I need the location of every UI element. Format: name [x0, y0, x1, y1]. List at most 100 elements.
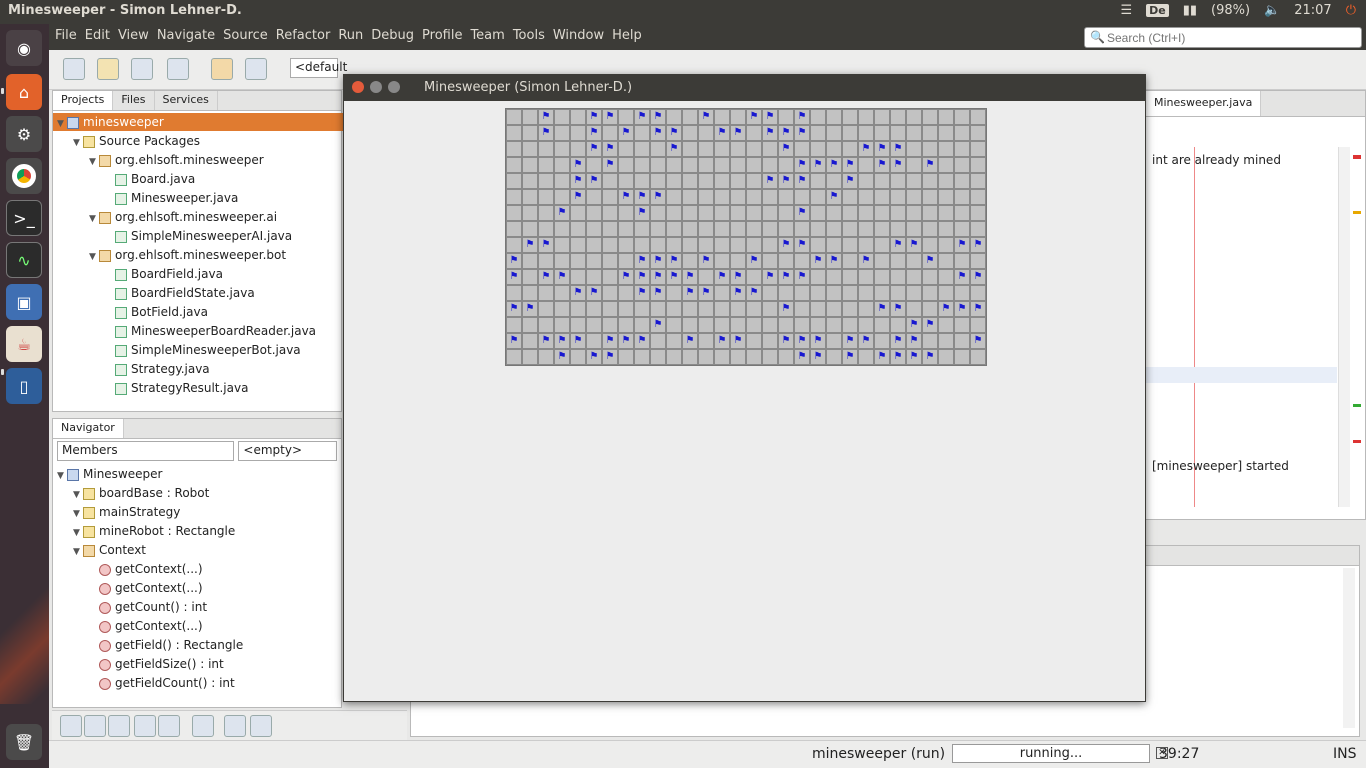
board-cell[interactable] [666, 221, 682, 237]
board-cell[interactable] [826, 237, 842, 253]
board-cell[interactable] [858, 109, 874, 125]
board-cell[interactable] [714, 253, 730, 269]
flag-icon[interactable]: ⚑ [890, 237, 906, 253]
flag-icon[interactable]: ⚑ [826, 253, 842, 269]
board-cell[interactable] [858, 237, 874, 253]
board-cell[interactable] [586, 205, 602, 221]
board-cell[interactable] [714, 157, 730, 173]
tree-row[interactable]: getField() : Rectangle [89, 636, 243, 654]
board-cell[interactable] [522, 349, 538, 365]
board-cell[interactable] [506, 349, 522, 365]
board-cell[interactable] [634, 301, 650, 317]
minimize-icon[interactable] [370, 81, 382, 93]
flag-icon[interactable]: ⚑ [714, 333, 730, 349]
board-cell[interactable] [602, 317, 618, 333]
tree-row[interactable]: ▼ mineRobot : Rectangle [73, 522, 235, 540]
flag-icon[interactable]: ⚑ [874, 141, 890, 157]
board-cell[interactable] [970, 173, 986, 189]
flag-icon[interactable]: ⚑ [650, 253, 666, 269]
board-cell[interactable] [666, 157, 682, 173]
flag-icon[interactable]: ⚑ [746, 253, 762, 269]
board-cell[interactable] [618, 221, 634, 237]
phone-icon[interactable]: ▯ [6, 368, 42, 404]
menu-item-refactor[interactable]: Refactor [276, 28, 331, 43]
board-cell[interactable] [746, 125, 762, 141]
board-cell[interactable] [506, 157, 522, 173]
board-cell[interactable] [762, 253, 778, 269]
tab-projects[interactable]: Projects [53, 91, 114, 110]
flag-icon[interactable]: ⚑ [826, 157, 842, 173]
board-cell[interactable] [970, 189, 986, 205]
cancel-run-icon[interactable]: ✕ [1156, 747, 1168, 759]
board-cell[interactable] [842, 301, 858, 317]
board-cell[interactable] [826, 141, 842, 157]
flag-icon[interactable]: ⚑ [586, 141, 602, 157]
board-cell[interactable] [538, 141, 554, 157]
board-cell[interactable] [954, 349, 970, 365]
board-cell[interactable] [522, 269, 538, 285]
board-cell[interactable] [522, 205, 538, 221]
board-cell[interactable] [730, 141, 746, 157]
board-cell[interactable] [618, 285, 634, 301]
board-cell[interactable] [810, 301, 826, 317]
board-cell[interactable] [570, 301, 586, 317]
flag-icon[interactable]: ⚑ [650, 189, 666, 205]
flag-icon[interactable]: ⚑ [538, 109, 554, 125]
board-cell[interactable] [906, 253, 922, 269]
flag-icon[interactable]: ⚑ [538, 125, 554, 141]
flag-icon[interactable]: ⚑ [906, 333, 922, 349]
tree-row[interactable]: ▼ org.ehlsoft.minesweeper.ai [89, 208, 277, 226]
board-cell[interactable] [938, 141, 954, 157]
editor-scrollbar[interactable] [1338, 147, 1350, 507]
flag-icon[interactable]: ⚑ [906, 317, 922, 333]
board-cell[interactable] [682, 237, 698, 253]
board-cell[interactable] [554, 285, 570, 301]
board-cell[interactable] [922, 301, 938, 317]
flag-icon[interactable]: ⚑ [586, 285, 602, 301]
flag-icon[interactable]: ⚑ [762, 125, 778, 141]
board-cell[interactable] [810, 141, 826, 157]
board-cell[interactable] [938, 349, 954, 365]
board-cell[interactable] [714, 221, 730, 237]
board-cell[interactable] [858, 125, 874, 141]
board-cell[interactable] [906, 125, 922, 141]
filter-static-icon[interactable] [84, 715, 106, 737]
board-cell[interactable] [762, 285, 778, 301]
board-cell[interactable] [538, 189, 554, 205]
board-cell[interactable] [554, 253, 570, 269]
board-cell[interactable] [650, 333, 666, 349]
board-cell[interactable] [522, 317, 538, 333]
flag-icon[interactable]: ⚑ [570, 189, 586, 205]
board-cell[interactable] [746, 141, 762, 157]
board-cell[interactable] [938, 173, 954, 189]
flag-icon[interactable]: ⚑ [522, 237, 538, 253]
flag-icon[interactable]: ⚑ [618, 189, 634, 205]
board-cell[interactable] [970, 109, 986, 125]
inherited-icon[interactable] [192, 715, 214, 737]
board-cell[interactable] [506, 221, 522, 237]
board-cell[interactable] [810, 189, 826, 205]
board-cell[interactable] [858, 317, 874, 333]
board-cell[interactable] [778, 349, 794, 365]
volume-icon[interactable]: 🔈 [1264, 3, 1280, 18]
tree-row[interactable]: SimpleMinesweeperAI.java [105, 227, 292, 245]
board-cell[interactable] [698, 157, 714, 173]
empty-select[interactable]: <empty> [238, 441, 337, 461]
board-cell[interactable] [682, 317, 698, 333]
flag-icon[interactable]: ⚑ [794, 173, 810, 189]
output-scrollbar[interactable] [1343, 568, 1355, 728]
config-select[interactable]: <default [290, 58, 347, 78]
undo-icon[interactable] [211, 58, 233, 80]
board-cell[interactable] [506, 141, 522, 157]
flag-icon[interactable]: ⚑ [890, 157, 906, 173]
tree-row[interactable]: StrategyResult.java [105, 379, 248, 397]
board-cell[interactable] [586, 253, 602, 269]
board-cell[interactable] [698, 189, 714, 205]
flag-icon[interactable]: ⚑ [730, 285, 746, 301]
tree-row[interactable]: Strategy.java [105, 360, 210, 378]
filter-nonpublic-icon[interactable] [108, 715, 130, 737]
power-icon[interactable]: ⏻ [1346, 3, 1356, 18]
board-cell[interactable] [618, 173, 634, 189]
board-cell[interactable] [506, 173, 522, 189]
flag-icon[interactable]: ⚑ [506, 253, 522, 269]
